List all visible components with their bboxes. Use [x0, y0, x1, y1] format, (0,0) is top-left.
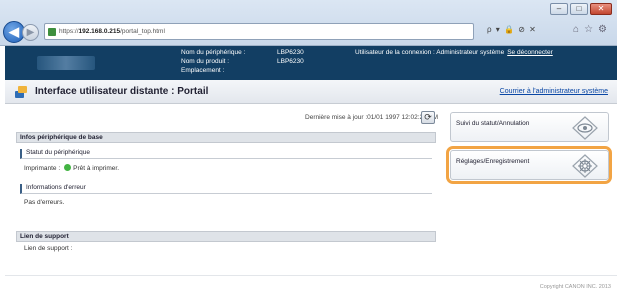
printer-status-row: Imprimante : Prêt à imprimer. [24, 164, 119, 172]
canon-logo [37, 56, 95, 70]
printer-label: Imprimante : [24, 165, 61, 172]
address-bar[interactable]: https://192.168.0.215/portal_top.html [44, 23, 474, 40]
mail-admin-link[interactable]: Courrier à l'administrateur système [500, 88, 608, 95]
device-name-value: LBP6230 [277, 49, 304, 56]
status-ok-icon [64, 164, 72, 171]
device-status-heading: Statut du périphérique [20, 149, 432, 159]
title-bar: Interface utilisateur distante : Portail… [5, 80, 617, 104]
product-name-label: Nom du produit : [181, 58, 230, 65]
browser-toolbar: – □ ✕ ◀ ▶ https://192.168.0.215/portal_t… [0, 0, 617, 46]
status-monitor-label: Suivi du statut/Annulation [456, 120, 530, 127]
site-favicon-icon [48, 28, 56, 36]
login-user-text: Utilisateur de la connexion : Administra… [355, 49, 505, 56]
settings-registration-button[interactable]: Réglages/Enregistrement [450, 150, 609, 180]
printer-status: Prêt à imprimer. [73, 165, 119, 172]
browser-tools: ⌂ ☆ ⚙ [573, 24, 607, 35]
status-monitor-button[interactable]: Suivi du statut/Annulation [450, 112, 609, 142]
location-label: Emplacement : [181, 67, 225, 74]
address-tools[interactable]: ρ ▾ 🔒 ⊘ ✕ [487, 25, 537, 34]
home-icon[interactable]: ⌂ [573, 24, 579, 35]
browser-window: – □ ✕ ◀ ▶ https://192.168.0.215/portal_t… [0, 0, 617, 298]
portal-icon [15, 86, 27, 98]
page-header: Nom du périphérique : LBP6230 Nom du prod… [5, 46, 617, 80]
last-update-text: Dernière mise à jour :01/01 1997 12:02:2… [305, 114, 438, 121]
favorites-star-icon[interactable]: ☆ [584, 24, 593, 35]
support-link-heading: Lien de support [16, 231, 436, 242]
product-name-value: LBP6230 [277, 58, 304, 65]
settings-gear-icon [572, 154, 598, 178]
settings-gear-icon[interactable]: ⚙ [598, 24, 607, 35]
error-text: Pas d'erreurs. [24, 199, 65, 206]
device-name-label: Nom du périphérique : [181, 49, 246, 56]
close-window-button[interactable]: ✕ [590, 3, 612, 15]
nav-buttons: ◀ ▶ [3, 21, 39, 43]
copyright-text: Copyright CANON INC. 2013 [539, 284, 611, 290]
device-info: Nom du périphérique : LBP6230 Nom du prod… [181, 48, 304, 75]
footer-divider [5, 275, 617, 276]
window-controls: – □ ✕ [550, 3, 612, 15]
refresh-icon[interactable]: ⟳ [421, 111, 435, 124]
maximize-button[interactable]: □ [570, 3, 588, 15]
support-link-label: Lien de support : [24, 245, 73, 252]
status-monitor-icon [572, 116, 598, 140]
login-user-info: Utilisateur de la connexion : Administra… [355, 49, 553, 56]
minimize-button[interactable]: – [550, 3, 568, 15]
forward-arrow-icon[interactable]: ▶ [22, 23, 39, 41]
page-title: Interface utilisateur distante : Portail [35, 86, 209, 97]
url-prefix: https:// [59, 28, 79, 35]
settings-registration-label: Réglages/Enregistrement [456, 158, 530, 165]
url-path: /portal_top.html [120, 28, 165, 35]
error-info-heading: Informations d'erreur [20, 184, 432, 194]
basic-info-heading: Infos périphérique de base [16, 132, 436, 143]
logout-link[interactable]: Se déconnecter [507, 49, 553, 56]
url-host: 192.168.0.215 [78, 28, 121, 35]
